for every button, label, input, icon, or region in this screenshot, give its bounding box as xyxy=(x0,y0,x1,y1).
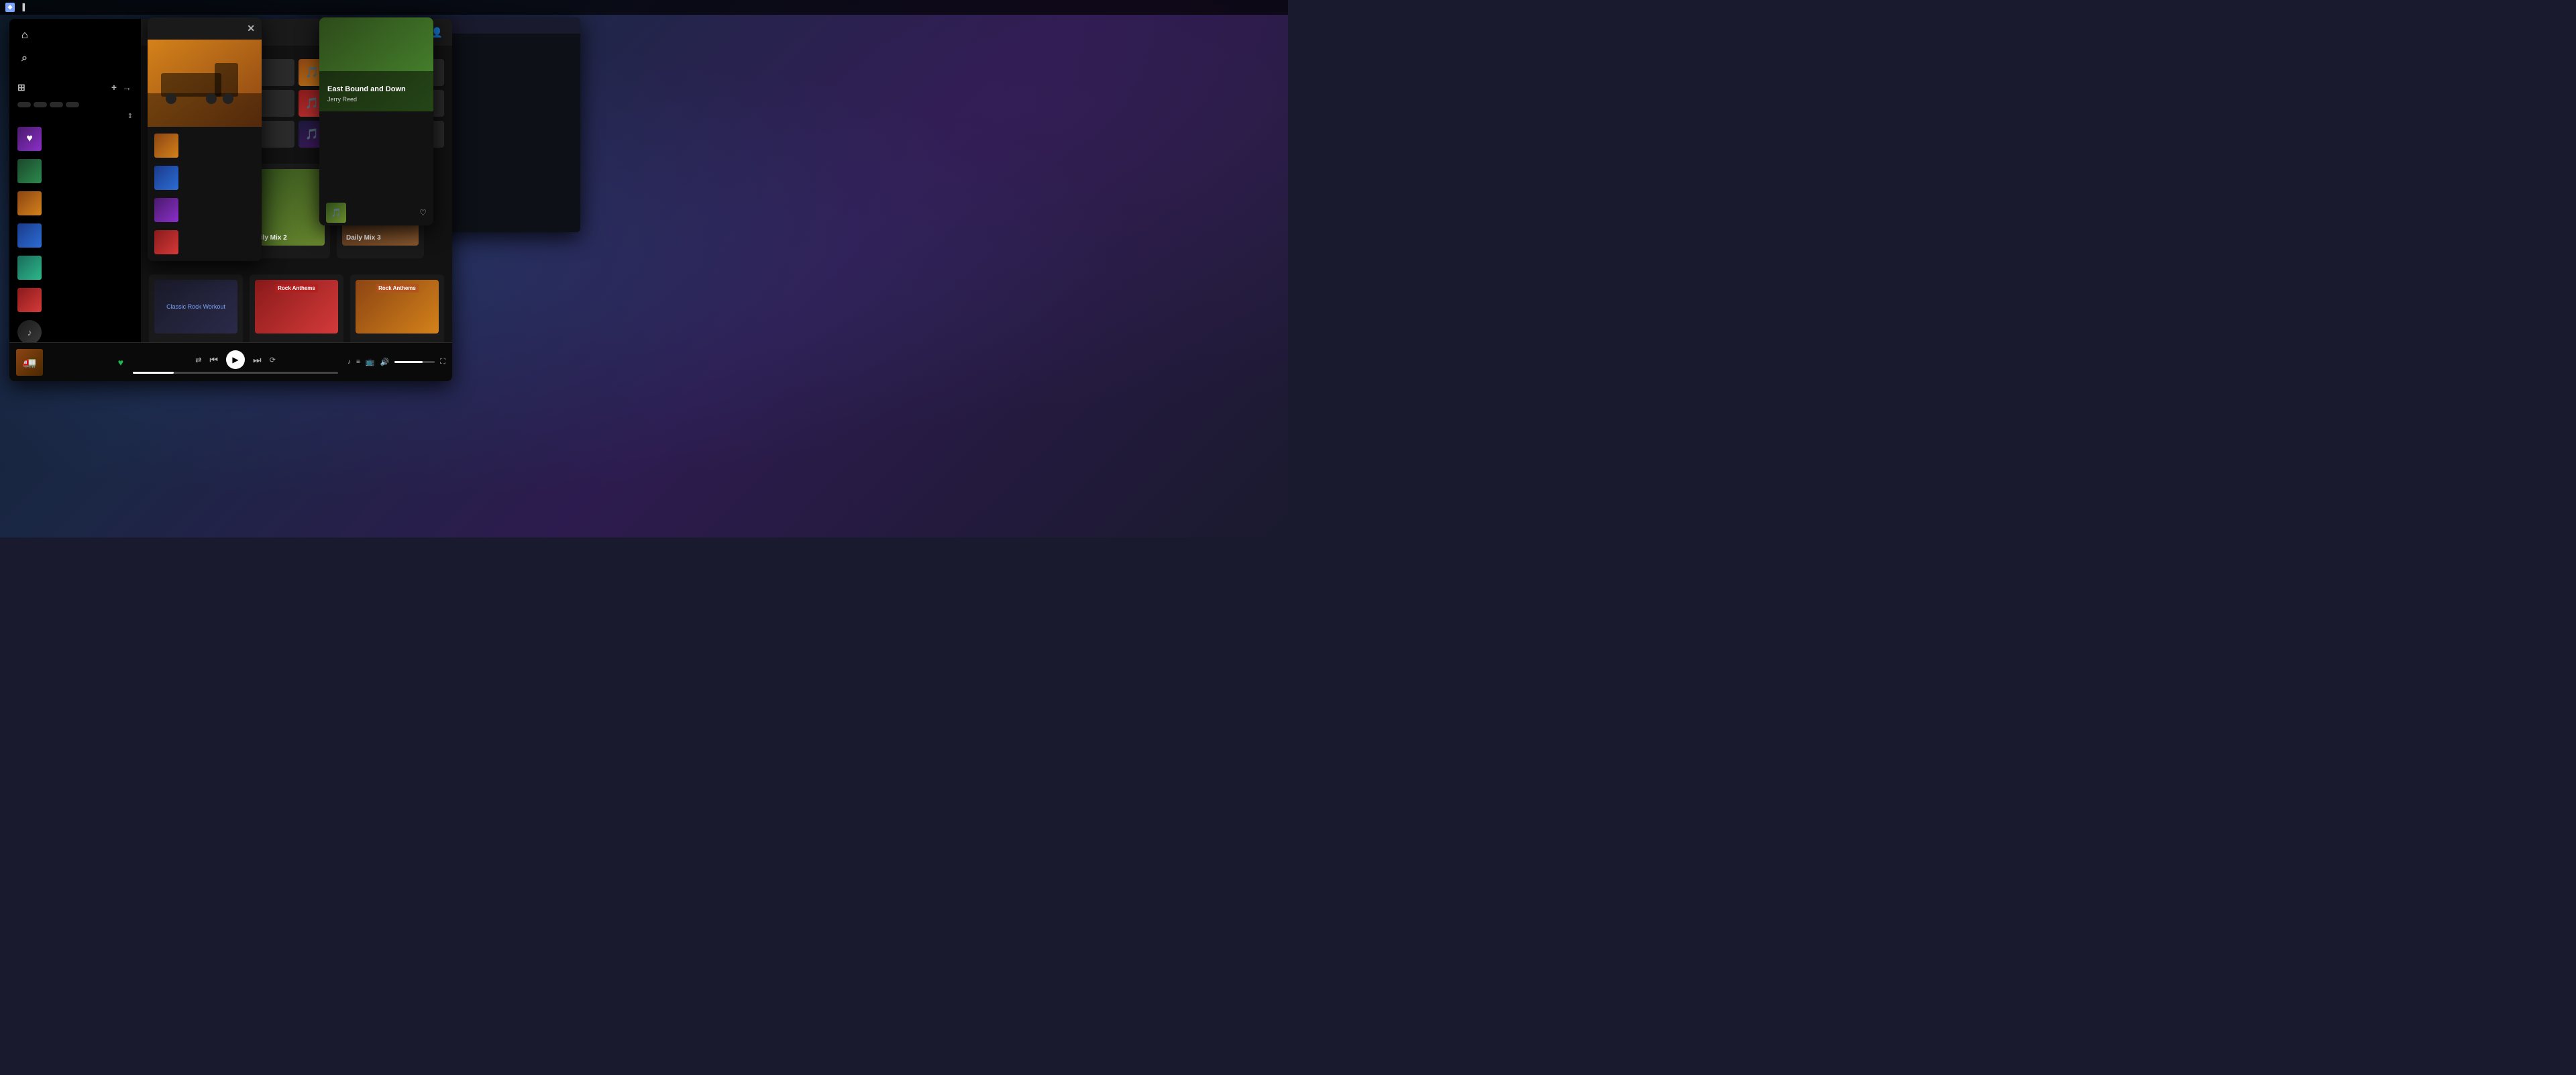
classic-rock-section: Classic Rock Workout Rock Anthems Rock A… xyxy=(141,261,452,342)
prev-btn[interactable]: ⏮ xyxy=(209,354,218,366)
country-modal: ✕ xyxy=(148,17,262,261)
playbar-center: ⇄ ⏮ ▶ ⏭ ⟳ xyxy=(129,350,342,374)
country-thumb xyxy=(17,191,42,215)
volume-icon[interactable]: 🔊 xyxy=(380,358,390,366)
filter-albums[interactable] xyxy=(50,102,63,107)
cr-80s-label: Rock Anthems xyxy=(376,284,419,293)
library-header-right: + → xyxy=(110,81,133,94)
search-icon: ⌕ xyxy=(21,52,28,64)
search-input[interactable] xyxy=(34,54,129,63)
modal-playlist-item-driving[interactable] xyxy=(148,162,262,194)
modal-playlist-item-loopdaddy[interactable] xyxy=(148,194,262,226)
queue-heart-icon[interactable]: ♡ xyxy=(419,208,427,217)
progress-fill xyxy=(133,372,174,374)
sidebar-nav: ⌂ ⌕ xyxy=(9,19,141,75)
modal-driving-thumb xyxy=(154,166,178,190)
library-item[interactable] xyxy=(9,219,141,252)
artist-panel-info xyxy=(319,111,433,192)
broeders-thumb xyxy=(17,159,42,183)
library-item[interactable] xyxy=(9,155,141,187)
modal-country-thumb xyxy=(154,134,178,158)
filter-artists[interactable] xyxy=(66,102,79,107)
driving-thumb xyxy=(17,223,42,248)
library-item-country[interactable] xyxy=(9,187,141,219)
sidebar-nav-home[interactable]: ⌂ xyxy=(15,24,136,47)
svg-text:East Bound and Down: East Bound and Down xyxy=(327,85,406,93)
library-item[interactable] xyxy=(9,284,141,316)
playbar-album-art: 🚛 xyxy=(16,349,43,376)
cr-workout-card[interactable]: Classic Rock Workout xyxy=(149,274,243,342)
taskbar: ❖ ▐ xyxy=(0,0,1288,15)
cr-70s-thumb: Rock Anthems xyxy=(255,280,338,334)
filter-podcasts[interactable] xyxy=(34,102,47,107)
lyrics-btn[interactable]: ♪ xyxy=(347,358,351,366)
liked-songs-thumb: ♥ xyxy=(17,127,42,151)
daily-mix-3-badge: Daily Mix 3 xyxy=(346,234,381,242)
queue-item[interactable]: 🎵 ♡ xyxy=(319,200,433,225)
library-item[interactable]: ♪ xyxy=(9,316,141,342)
playbar: 🚛 ♥ ⇄ ⏮ ▶ ⏭ ⟳ ♪ xyxy=(9,342,452,381)
recents-row[interactable]: ⇕ xyxy=(9,110,141,123)
sidebar: ⌂ ⌕ ⊞ + → xyxy=(9,19,141,342)
taskbar-app-spotify[interactable]: ▐ xyxy=(20,4,25,11)
library-item[interactable] xyxy=(9,252,141,284)
queue-thumb: 🎵 xyxy=(326,203,346,223)
artist-panel: East Bound and Down Jerry Reed 🎵 ♡ xyxy=(319,17,433,225)
cr-80s-card[interactable]: Rock Anthems xyxy=(350,274,444,342)
modal-loopdaddy-thumb xyxy=(154,198,178,222)
modal-header: ✕ xyxy=(148,17,262,40)
modal-close-btn[interactable]: ✕ xyxy=(247,23,255,34)
playbar-controls: ⇄ ⏮ ▶ ⏭ ⟳ xyxy=(195,350,276,369)
classic-rock-cards: Classic Rock Workout Rock Anthems Rock A… xyxy=(149,274,444,342)
fullscreen-btn[interactable]: ⛶ xyxy=(440,358,445,366)
knower-thumb xyxy=(17,256,42,280)
queue-btn[interactable]: ≡ xyxy=(356,358,360,366)
taskbar-logo[interactable]: ❖ xyxy=(5,3,15,12)
repeat-btn[interactable]: ⟳ xyxy=(270,356,276,364)
progress-row xyxy=(129,372,342,374)
cr-workout-thumb: Classic Rock Workout xyxy=(154,280,237,334)
recents-sort-icon: ⇕ xyxy=(127,113,133,120)
sidebar-library: ⊞ + → ⇕ xyxy=(9,75,141,342)
kdst-thumb xyxy=(17,288,42,312)
cr-70s-card[interactable]: Rock Anthems xyxy=(250,274,343,342)
library-expand-btn[interactable]: → xyxy=(121,81,133,94)
sidebar-nav-search[interactable]: ⌕ xyxy=(15,47,136,70)
library-header: ⊞ + → xyxy=(9,75,141,99)
taskbar-left: ❖ ▐ xyxy=(5,3,25,12)
clowncore-thumb: ♪ xyxy=(17,320,42,342)
library-add-btn[interactable]: + xyxy=(110,81,118,94)
artist-hero-art: East Bound and Down Jerry Reed xyxy=(319,17,433,111)
library-item[interactable]: ♥ xyxy=(9,123,141,155)
shuffle-btn[interactable]: ⇄ xyxy=(195,356,201,364)
devices-btn[interactable]: 📺 xyxy=(366,358,375,366)
home-icon: ⌂ xyxy=(21,30,28,42)
modal-playlist-list xyxy=(148,127,262,261)
next-queue-header xyxy=(319,192,433,200)
modal-hero-img xyxy=(148,40,262,127)
artist-panel-hero: East Bound and Down Jerry Reed xyxy=(319,17,433,111)
play-pause-btn[interactable]: ▶ xyxy=(226,350,245,369)
next-btn[interactable]: ⏭ xyxy=(253,354,262,366)
country-hero-art xyxy=(148,40,262,127)
modal-playlist-item-country[interactable] xyxy=(148,130,262,162)
filter-row xyxy=(9,99,141,110)
filter-playlists[interactable] xyxy=(17,102,31,107)
library-icon: ⊞ xyxy=(17,82,25,93)
modal-hero xyxy=(148,40,262,127)
svg-text:Jerry Reed: Jerry Reed xyxy=(327,96,357,103)
cr-70s-label: Rock Anthems xyxy=(275,284,318,293)
volume-slider[interactable] xyxy=(394,361,435,363)
modal-playlist-item-kdst[interactable] xyxy=(148,226,262,258)
volume-fill xyxy=(394,361,423,363)
playbar-left: 🚛 ♥ xyxy=(16,349,123,376)
modal-kdst-thumb xyxy=(154,230,178,254)
playbar-heart-btn[interactable]: ♥ xyxy=(118,357,123,368)
cr-workout-label: Classic Rock Workout xyxy=(164,301,228,313)
library-header-left: ⊞ xyxy=(17,82,30,93)
progress-bar[interactable] xyxy=(133,372,338,374)
cr-80s-thumb: Rock Anthems xyxy=(356,280,439,334)
playbar-right: ♪ ≡ 📺 🔊 ⛶ xyxy=(347,358,445,366)
